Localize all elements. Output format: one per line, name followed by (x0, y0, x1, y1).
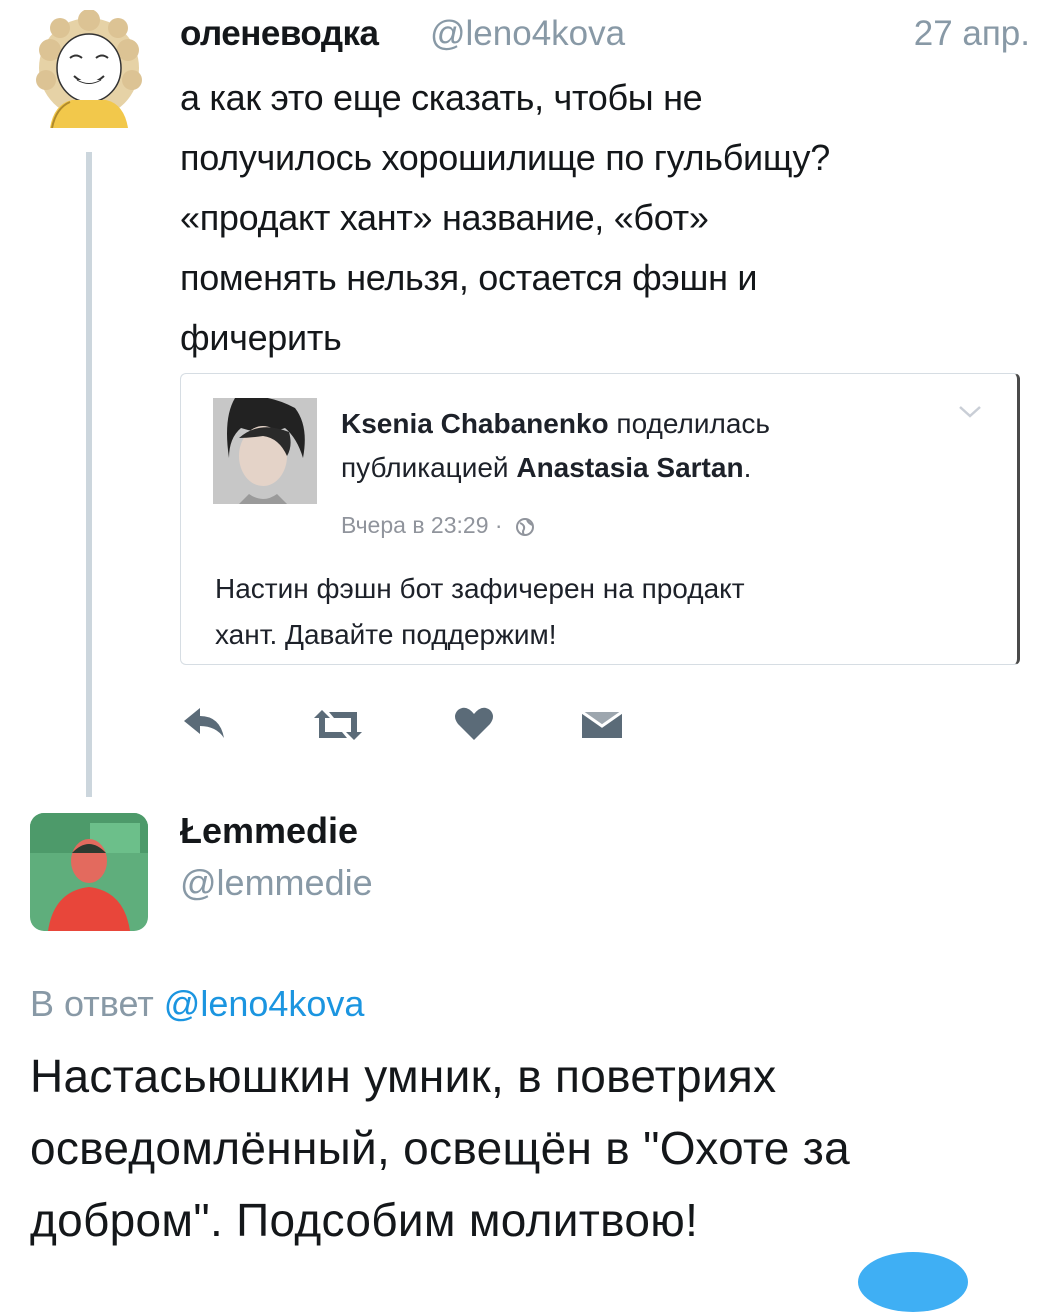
reply-author-name[interactable]: Łemmedie (180, 810, 358, 852)
card-author-name[interactable]: Ksenia Chabanenko (341, 408, 609, 439)
card-time-text: Вчера в 23:29 · (341, 512, 503, 538)
reply-tweet-text: Настасьюшкин умник, в поветриях осведомл… (30, 1050, 851, 1246)
woman-photo-icon (213, 398, 317, 504)
avatar[interactable] (30, 10, 148, 128)
avatar-image (30, 813, 148, 931)
reply-context: В ответ @leno4kova (30, 983, 364, 1025)
avatar-image (30, 10, 148, 128)
tweet-header: оленеводка @leno4kova 27 апр. (180, 12, 1030, 62)
card-author-avatar (213, 398, 317, 504)
reply-author-handle[interactable]: @lemmedie (180, 862, 373, 904)
card-author-line: Ksenia Chabanenko поделилась (341, 408, 770, 440)
card-publication-line: публикацией Anastasia Sartan. (341, 452, 751, 484)
globe-icon (515, 517, 534, 536)
avatar[interactable] (30, 813, 148, 931)
tweet-date[interactable]: 27 апр. (914, 14, 1030, 54)
embedded-image-card[interactable]: Ksenia Chabanenko поделилась публикацией… (180, 373, 1020, 665)
card-shared-text: поделилась (608, 408, 770, 439)
card-original-author[interactable]: Anastasia Sartan (516, 452, 743, 483)
reply-prefix: В ответ (30, 983, 164, 1024)
author-name[interactable]: оленеводка (180, 14, 379, 54)
card-period: . (743, 452, 752, 483)
heart-icon[interactable] (454, 706, 494, 747)
tweet-text: а как это еще сказать, чтобы не получило… (180, 77, 830, 358)
thread-connector-line (86, 152, 92, 797)
card-post-text: Настин фэшн бот зафичерен на продакт хан… (215, 573, 745, 650)
tweet-action-bar (182, 700, 642, 750)
retweet-icon[interactable] (312, 708, 364, 747)
card-publication-text: публикацией (341, 452, 517, 483)
reply-to-handle-link[interactable]: @leno4kova (164, 983, 365, 1024)
envelope-icon[interactable] (580, 708, 624, 747)
reply-icon[interactable] (182, 706, 226, 745)
chevron-down-icon[interactable] (957, 404, 983, 425)
compose-button[interactable] (858, 1252, 968, 1312)
card-timestamp: Вчера в 23:29 · (341, 512, 535, 539)
author-handle[interactable]: @leno4kova (430, 14, 625, 54)
